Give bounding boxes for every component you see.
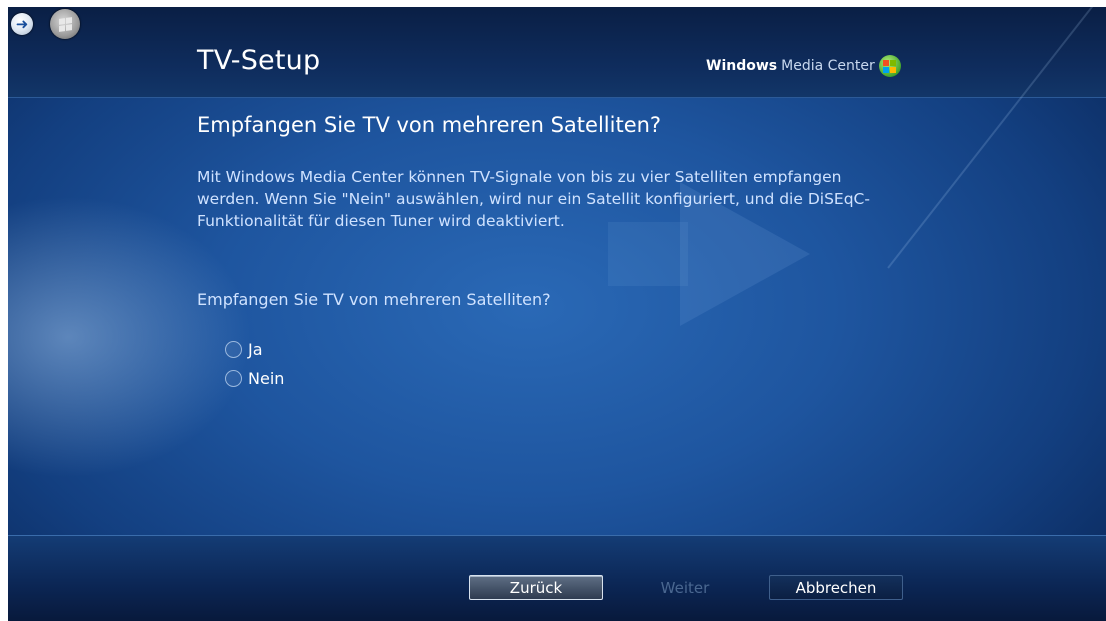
setup-question: Empfangen Sie TV von mehreren Satelliten… (197, 290, 551, 309)
windows-flag-icon (58, 16, 72, 32)
page-title: TV-Setup (197, 45, 321, 76)
back-arrow-icon[interactable]: ➜ (11, 13, 33, 35)
cancel-button[interactable]: Abbrechen (769, 575, 903, 600)
media-center-window (8, 7, 1106, 621)
option-ja[interactable]: Ja (225, 340, 263, 359)
next-button: Weiter (660, 578, 710, 597)
windows-orb-icon (878, 55, 901, 77)
radio-icon[interactable] (225, 341, 242, 358)
option-label: Ja (248, 340, 263, 359)
brand-light-text: Media Center (781, 58, 875, 74)
setup-heading: Empfangen Sie TV von mehreren Satelliten… (197, 113, 662, 137)
setup-description: Mit Windows Media Center können TV-Signa… (197, 168, 870, 230)
radio-icon[interactable] (225, 370, 242, 387)
windows-start-icon[interactable] (50, 9, 80, 39)
header-band (8, 7, 1106, 98)
option-label: Nein (248, 369, 285, 388)
brand-bold-text: Windows (706, 58, 778, 74)
back-button[interactable]: Zurück (469, 575, 603, 600)
option-nein[interactable]: Nein (225, 369, 284, 388)
windows-media-center-logo: Windows Media Center (706, 55, 901, 77)
